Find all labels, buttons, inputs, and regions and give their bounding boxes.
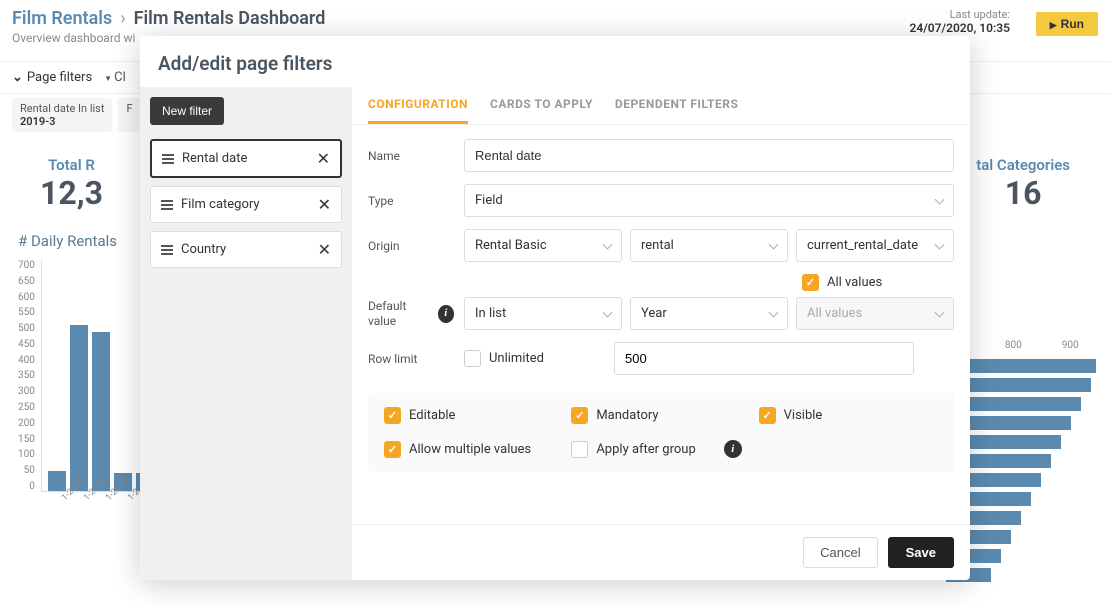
origin-label: Origin: [368, 239, 454, 253]
origin-dataset-select[interactable]: Rental Basic: [464, 229, 622, 262]
default-value-label: Default value i: [368, 299, 454, 328]
applied-filter[interactable]: F: [118, 98, 140, 132]
chevron-right-icon: ›: [120, 8, 125, 29]
page-filters-toggle[interactable]: Page filters: [12, 70, 92, 85]
breadcrumb-link[interactable]: Film Rentals: [12, 8, 112, 29]
default-value-select: All values: [796, 297, 954, 330]
name-label: Name: [368, 149, 454, 163]
mandatory-label: Mandatory: [596, 408, 658, 423]
visible-label: Visible: [784, 408, 823, 423]
cancel-button[interactable]: Cancel: [803, 537, 877, 568]
drag-handle-icon[interactable]: [161, 200, 173, 210]
info-icon[interactable]: i: [724, 440, 742, 458]
unlimited-checkbox[interactable]: [464, 350, 481, 367]
filter-list-item[interactable]: Rental date ✕: [150, 139, 342, 178]
close-icon[interactable]: ✕: [317, 149, 330, 168]
filter-list-panel: New filter Rental date✕Film category✕Cou…: [140, 87, 352, 580]
all-values-label: All values: [827, 275, 882, 290]
save-button[interactable]: Save: [888, 537, 954, 568]
filter-icon[interactable]: Cl: [104, 70, 126, 85]
modal-title: Add/edit page filters: [140, 36, 970, 87]
visible-checkbox[interactable]: [759, 407, 776, 424]
all-values-checkbox[interactable]: [802, 274, 819, 291]
name-input[interactable]: [464, 139, 954, 172]
bar: [48, 471, 66, 491]
new-filter-button[interactable]: New filter: [150, 97, 224, 125]
applied-filter[interactable]: Rental date In list 2019-3: [12, 98, 112, 132]
allow-multiple-label: Allow multiple values: [409, 442, 531, 457]
info-icon[interactable]: i: [438, 305, 454, 323]
apply-after-group-checkbox[interactable]: [571, 441, 588, 458]
row-limit-label: Row limit: [368, 352, 454, 366]
close-icon[interactable]: ✕: [318, 195, 331, 214]
filter-item-label: Rental date: [182, 151, 309, 166]
unlimited-label: Unlimited: [489, 351, 544, 366]
filter-list-item[interactable]: Film category ✕: [150, 186, 342, 223]
tab-configuration[interactable]: CONFIGURATION: [368, 97, 468, 124]
drag-handle-icon[interactable]: [161, 245, 173, 255]
bar: [92, 332, 110, 491]
bar: [70, 325, 88, 491]
default-operator-select[interactable]: In list: [464, 297, 622, 330]
filter-item-label: Film category: [181, 197, 310, 212]
default-granularity-select[interactable]: Year: [630, 297, 788, 330]
mandatory-checkbox[interactable]: [571, 407, 588, 424]
run-button[interactable]: Run: [1036, 12, 1098, 36]
editable-label: Editable: [409, 408, 455, 423]
row-limit-input[interactable]: [614, 342, 914, 375]
page-title: Film Rentals Dashboard: [134, 8, 326, 29]
origin-table-select[interactable]: rental: [630, 229, 788, 262]
close-icon[interactable]: ✕: [318, 240, 331, 259]
tab-cards-to-apply[interactable]: CARDS TO APPLY: [490, 97, 593, 124]
apply-after-group-label: Apply after group: [596, 442, 695, 457]
drag-handle-icon[interactable]: [162, 154, 174, 164]
allow-multiple-checkbox[interactable]: [384, 441, 401, 458]
kpi-total-categories: tal Categories 16: [976, 156, 1070, 212]
type-label: Type: [368, 194, 454, 208]
origin-field-select[interactable]: current_rental_date: [796, 229, 954, 262]
kpi-total-rentals: Total R 12,3: [40, 156, 103, 212]
filter-modal: Add/edit page filters New filter Rental …: [140, 36, 970, 580]
last-update: Last update: 24/07/2020, 10:35: [910, 8, 1010, 35]
type-select[interactable]: Field: [464, 184, 954, 217]
editable-checkbox[interactable]: [384, 407, 401, 424]
filter-list-item[interactable]: Country ✕: [150, 231, 342, 268]
filter-item-label: Country: [181, 242, 310, 257]
tab-dependent-filters[interactable]: DEPENDENT FILTERS: [615, 97, 738, 124]
